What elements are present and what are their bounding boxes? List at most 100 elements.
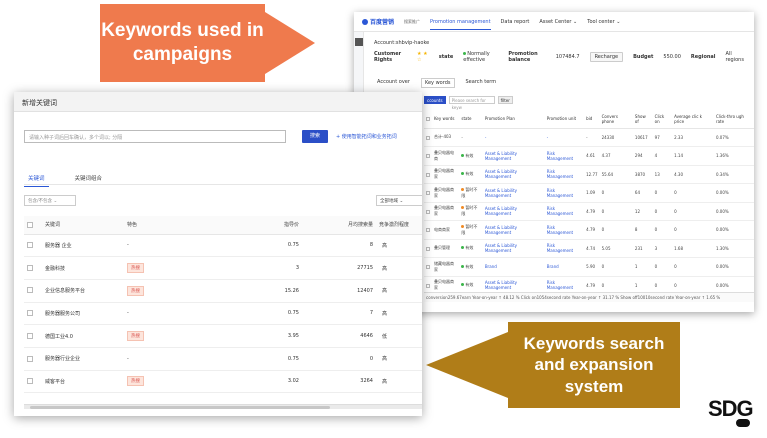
table-row[interactable]: 金融科技 热搜 3 27715 高 xyxy=(24,256,422,280)
row-checkbox[interactable] xyxy=(424,183,432,203)
recharge-button[interactable]: Recharge xyxy=(589,52,624,62)
tab-key-words[interactable]: Key words xyxy=(420,78,455,88)
table-cell[interactable]: 叠贝电器商家 xyxy=(432,165,460,184)
row-checkbox[interactable] xyxy=(24,256,42,280)
tab-search-term[interactable]: Search term xyxy=(463,78,500,88)
table-row[interactable]: 叠贝电器商家 暂时不限 Asset & Liability Management Ri… xyxy=(424,202,754,221)
table-cell[interactable]: 叠贝电器电商 xyxy=(432,146,460,166)
table-cell[interactable]: Brand xyxy=(482,257,545,277)
column-header[interactable]: Click on xyxy=(652,110,673,129)
table-cell[interactable]: Asset & Liability Management xyxy=(482,165,545,184)
menu-icon[interactable] xyxy=(355,38,363,46)
row-checkbox[interactable] xyxy=(24,347,42,371)
table-cell[interactable]: Asset & Liability Management xyxy=(482,146,545,166)
select-all-checkbox[interactable] xyxy=(424,110,432,129)
include-exclude-filter[interactable]: 包含/不包含 ⌄ xyxy=(24,195,76,206)
table-cell[interactable]: - xyxy=(544,128,585,147)
tab-keywords[interactable]: 关键词 xyxy=(24,174,49,187)
row-checkbox[interactable] xyxy=(424,146,432,166)
table-cell[interactable]: Risk Management xyxy=(544,165,585,184)
table-row[interactable]: 叠贝管理 有效 Asset & Liability Management Risk M… xyxy=(424,239,754,258)
table-row[interactable]: 叠贝电器电商 有效 Asset & Liability Management Risk… xyxy=(424,146,754,166)
brand-logo[interactable]: 百度营销 xyxy=(362,17,394,26)
column-header[interactable]: bid xyxy=(584,110,600,129)
table-row[interactable]: 服务器服务公司 - 0.75 7 高 xyxy=(24,302,422,326)
table-cell[interactable]: 叠贝电器商家 xyxy=(432,183,460,203)
nav-promotion-management[interactable]: Promotion management xyxy=(430,19,491,30)
table-cell[interactable]: 电商商家 xyxy=(432,220,460,240)
column-header[interactable]: Click-thro ugh rate xyxy=(713,110,754,129)
row-checkbox[interactable] xyxy=(424,165,432,184)
filter-button[interactable]: filter xyxy=(497,96,513,104)
table-cell[interactable]: 储藏电器商家 xyxy=(432,257,460,277)
column-feature[interactable]: 特色 xyxy=(124,216,274,235)
row-checkbox[interactable] xyxy=(424,128,432,147)
table-cell[interactable]: Asset & Liability Management xyxy=(482,239,545,258)
table-cell[interactable]: Risk Management xyxy=(544,220,585,240)
table-row[interactable]: 合计-403 - - - - 24330 10617 97 2.33 0.07% xyxy=(424,128,754,147)
table-row[interactable]: 威客平台 热搜 3.02 3264 高 xyxy=(24,370,422,394)
horizontal-scrollbar[interactable] xyxy=(24,404,422,409)
table-row[interactable]: 企业信息服务平台 热搜 15.26 12407 高 xyxy=(24,279,422,303)
table-cell[interactable]: Asset & Liability Management xyxy=(482,220,545,240)
tab-keyword-combination[interactable]: 关键词组合 xyxy=(75,174,103,187)
table-header: 关键词 特色 指导价 月均搜索量 竞争激烈程度 xyxy=(24,216,422,235)
table-row[interactable]: 叠贝电器商家 有效 Asset & Liability Management Risk… xyxy=(424,165,754,184)
column-header[interactable]: Promotion Plan xyxy=(482,110,545,129)
column-monthly-volume[interactable]: 月均搜索量 xyxy=(302,216,376,235)
column-price[interactable]: 指导价 xyxy=(274,216,302,235)
table-cell[interactable]: 合计-403 xyxy=(432,128,460,147)
table-cell[interactable]: Risk Management xyxy=(544,239,585,258)
add-accounts-button[interactable]: ccounts xyxy=(424,96,446,104)
search-button[interactable]: 搜索 xyxy=(302,130,328,143)
region-select[interactable]: 全部地域 ⌄ xyxy=(376,195,422,206)
table-cell[interactable]: Risk Management xyxy=(544,146,585,166)
table-row[interactable]: 服务器 企业 - 0.75 8 高 xyxy=(24,234,422,258)
tab-account-overview[interactable]: Account over xyxy=(374,78,413,88)
column-header[interactable]: Convers phone xyxy=(599,110,633,129)
row-checkbox[interactable] xyxy=(424,239,432,258)
table-cell[interactable]: Asset & Liability Management xyxy=(482,183,545,203)
row-checkbox[interactable] xyxy=(24,234,42,258)
keyword-search-input[interactable]: Please search for keyw xyxy=(448,96,495,110)
cell-text: 12.77 xyxy=(586,171,598,177)
table-row[interactable]: 储藏电器商家 有效 Brand Brand 5.90 0 1 0 0 0.00% xyxy=(424,257,754,277)
scrollbar-thumb[interactable] xyxy=(30,406,330,409)
row-checkbox[interactable] xyxy=(424,202,432,221)
table-cell: 0 xyxy=(672,257,714,277)
checkbox-icon xyxy=(27,221,33,228)
row-checkbox[interactable] xyxy=(424,257,432,277)
row-checkbox[interactable] xyxy=(424,220,432,240)
seed-keyword-input[interactable]: 请输入种子词后回车确认，多个词以; 分隔 xyxy=(24,130,286,143)
row-checkbox[interactable] xyxy=(24,324,42,348)
smart-expand-link[interactable]: + 使用智能拓词和业务拓词 xyxy=(336,133,397,140)
table-cell[interactable]: 叠贝管理 xyxy=(432,239,460,258)
row-checkbox[interactable] xyxy=(24,370,42,394)
nav-tool-center[interactable]: Tool center ⌄ xyxy=(587,19,620,25)
cell-text: 0 xyxy=(601,227,605,233)
table-cell[interactable]: - xyxy=(482,128,545,147)
row-checkbox[interactable] xyxy=(24,279,42,303)
column-header[interactable]: Promotion unit xyxy=(544,110,585,129)
table-cell[interactable]: Risk Management xyxy=(544,202,585,221)
column-competition[interactable]: 竞争激烈程度 xyxy=(376,216,422,235)
table-cell[interactable]: Asset & Liability Management xyxy=(482,202,545,221)
table-row[interactable]: 电商商家 暂时不限 Asset & Liability Management Risk… xyxy=(424,220,754,240)
table-cell[interactable]: 叠贝电器商家 xyxy=(432,202,460,221)
nav-asset-center[interactable]: Asset Center ⌄ xyxy=(539,19,577,25)
table-cell: 有效 xyxy=(459,146,483,166)
table-row[interactable]: 叠贝电器商家 暂时不限 Asset & Liability Management Ri… xyxy=(424,183,754,203)
column-header[interactable]: state xyxy=(459,110,483,129)
table-row[interactable]: 服务器行业企业 - 0.75 0 高 xyxy=(24,347,422,371)
select-all-checkbox[interactable] xyxy=(24,216,42,235)
table-row[interactable]: 德国工业4.0 热搜 3.95 4646 低 xyxy=(24,324,422,348)
column-header[interactable]: Key words xyxy=(432,110,460,129)
row-checkbox[interactable] xyxy=(24,302,42,326)
nav-data-report[interactable]: Data report xyxy=(501,19,530,25)
column-header[interactable]: Average clic k price xyxy=(672,110,714,129)
column-keyword[interactable]: 关键词 xyxy=(42,216,124,235)
volume-cell: 4646 xyxy=(302,324,376,348)
column-header[interactable]: Show of xyxy=(632,110,653,129)
table-cell[interactable]: Brand xyxy=(544,257,585,277)
table-cell[interactable]: Risk Management xyxy=(544,183,585,203)
